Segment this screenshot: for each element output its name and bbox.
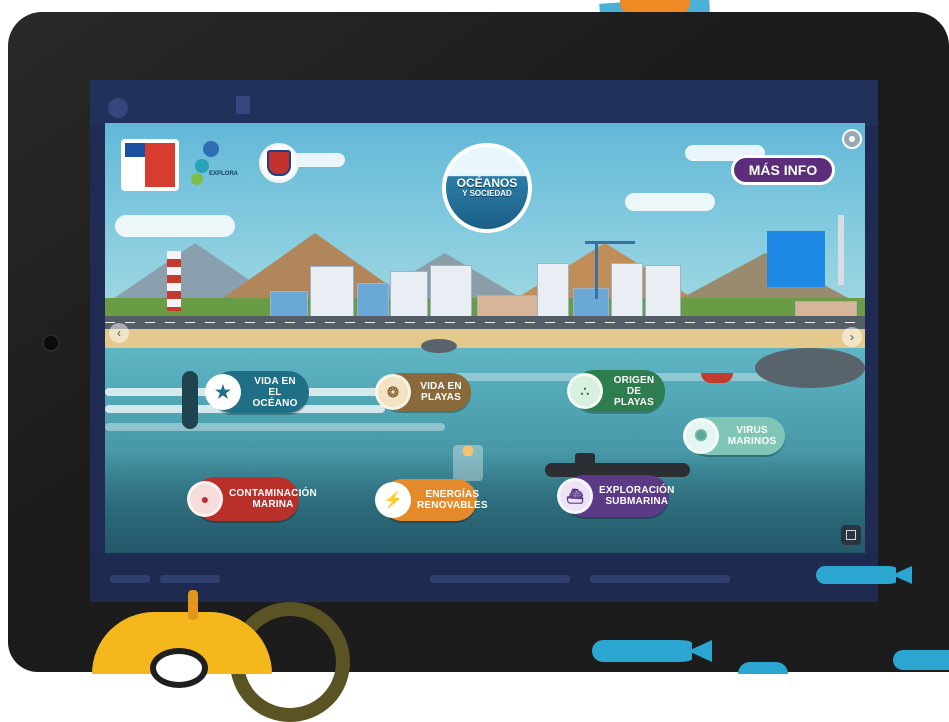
exploracion-submarina-label: EXPLORACIÓN SUBMARINA [599,485,675,507]
boat [701,373,733,383]
gov-chile-logo-red [145,143,175,187]
menu-circle-icon[interactable] [842,129,862,149]
title-line-1: OCÉANOS [456,176,518,190]
contaminacion-marina-label: CONTAMINACIÓN MARINA [229,488,317,510]
player-top-bar [90,80,878,126]
building [270,291,308,319]
submarine-tower [575,453,595,465]
chevron-left-icon[interactable]: ‹ [109,323,129,343]
beach [105,329,865,349]
vida-en-playas-label: VIDA EN PLAYAS [420,381,462,403]
player-top-play [236,96,250,114]
building [611,263,643,318]
virus-marinos-label: VIRUS MARINOS [727,425,777,447]
explora-logo-dot-green [191,173,203,185]
fish-decor [816,566,896,584]
virus-marinos-button[interactable]: ✺ VIRUS MARINOS [683,417,785,455]
sun-decor-eye [150,648,208,688]
buoy-platform [453,445,483,481]
energias-renovables-label: ENERGÍAS RENOVABLES [417,489,488,511]
energy-icon: ⚡ [375,482,411,518]
explora-logo-dot-teal [195,159,209,173]
contaminacion-marina-button[interactable]: ● CONTAMINACIÓN MARINA [187,477,317,521]
fish-decor [738,662,788,674]
tablet-camera [44,336,58,350]
submarine-icon: ⛴ [557,478,593,514]
crane [595,241,598,299]
mas-info-button[interactable]: MÁS INFO [731,155,835,185]
university-logo-shield [267,150,291,176]
fish-decor [592,640,692,662]
building [477,295,539,318]
shell-icon: ❂ [375,374,411,410]
origen-de-playas-button[interactable]: ∴ ORIGEN DE PLAYAS [567,370,665,412]
fullscreen-icon[interactable] [841,525,861,545]
road-line [105,322,865,323]
building [390,271,428,318]
university-logo [259,143,299,183]
crane-arm [585,241,635,244]
building [573,288,609,318]
origen-de-playas-label: ORIGEN DE PLAYAS [613,374,655,408]
gov-chile-logo [121,139,179,191]
starfish-icon: ★ [205,374,241,410]
chevron-right-icon[interactable]: › [842,327,862,347]
lighthouse [167,251,181,311]
building [430,265,472,318]
exploracion-submarina-button[interactable]: ⛴ EXPLORACIÓN SUBMARINA [557,475,674,517]
fish-decor [893,650,949,670]
building [310,266,354,318]
energias-renovables-button[interactable]: ⚡ ENERGÍAS RENOVABLES [375,479,488,521]
menu-circle-dot [849,136,855,142]
wave [105,423,445,431]
app-scene: EXPLORA OCÉANOS Y SOCIEDAD MÁS INFO ‹ › … [105,123,865,553]
person-icon: ● [187,481,223,517]
diver [182,371,198,429]
title-badge-inner: OCÉANOS Y SOCIEDAD [446,147,528,229]
fish-decor-tail [688,640,712,662]
player-top-circle [108,98,128,118]
player-control-2 [160,575,220,583]
title-badge: OCÉANOS Y SOCIEDAD [442,143,532,233]
explora-logo: EXPLORA [187,141,249,191]
vida-en-el-oceano-label: VIDA EN EL OCÉANO [252,375,298,409]
fish-decor-tail [892,566,912,584]
title-line-2: Y SOCIEDAD [462,189,512,198]
player-control-1 [110,575,150,583]
player-control-4 [590,575,730,583]
vida-en-playas-button[interactable]: ❂ VIDA EN PLAYAS [375,373,471,411]
vida-en-el-oceano-button[interactable]: ★ VIDA EN EL OCÉANO [205,371,309,413]
rock [421,339,457,353]
building [645,265,681,318]
rock [755,348,865,388]
explora-logo-dot-blue [203,141,219,157]
sand-icon: ∴ [567,373,603,409]
gov-chile-logo-flag [125,143,145,157]
explora-logo-text: EXPLORA [209,171,239,177]
fullscreen-icon-glyph [846,530,856,540]
player-control-3 [430,575,570,583]
building [537,263,569,318]
virus-icon: ✺ [683,418,719,454]
blue-square-marker [767,231,825,287]
cloud [625,193,715,211]
decor-top-object-orange [620,0,690,12]
sun-decor-stem [188,590,198,620]
monument [838,215,844,285]
building [357,283,389,319]
mas-info-label: MÁS INFO [748,162,818,178]
